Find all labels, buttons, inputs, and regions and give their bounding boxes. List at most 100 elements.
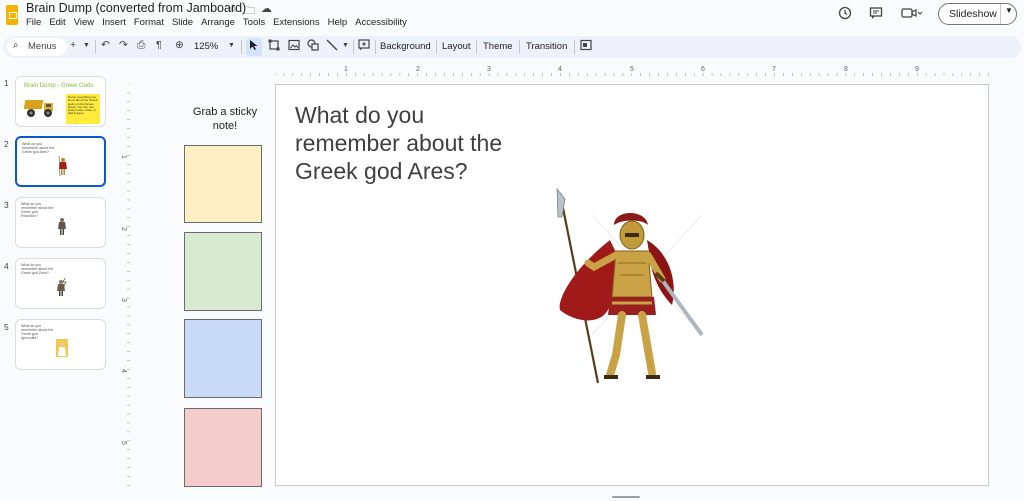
filmstrip: 1 Brain Dump - Greek Gods Dump everythin… (0, 72, 112, 501)
sticky-note-thumbnail: Dump everything you know about the Greek… (66, 94, 100, 124)
menu-slide[interactable]: Slide (172, 17, 193, 28)
ruler-label: 3 (120, 298, 127, 302)
slide-canvas[interactable]: What do you remember about the Greek god… (275, 84, 989, 486)
ruler-label: 5 (630, 66, 634, 73)
slide-number: 5 (4, 322, 9, 332)
warrior-thumbnail-image (58, 156, 67, 176)
search-icon: ⌕ (13, 40, 19, 51)
ruler-label: 4 (120, 369, 127, 373)
menu-accessibility[interactable]: Accessibility (355, 17, 407, 28)
slide-thumbnail-1[interactable]: Brain Dump - Greek Gods Dump everything … (15, 76, 106, 127)
slides-logo-icon[interactable] (6, 5, 18, 25)
dump-truck-image (24, 100, 53, 117)
zoom-icon[interactable]: ⊕ (175, 39, 184, 51)
zoom-level[interactable]: 125% (194, 41, 218, 52)
ruler-label: 9 (915, 66, 919, 73)
ruler-label: 7 (772, 66, 776, 73)
print-icon[interactable]: ⎙ (137, 39, 145, 52)
menu-file[interactable]: File (26, 17, 41, 28)
divider (476, 40, 477, 54)
menu-view[interactable]: View (74, 17, 94, 28)
new-slide-dropdown-icon[interactable]: ▼ (83, 42, 90, 49)
ruler-label: 2 (120, 227, 127, 231)
sticky-note-label: Grab a sticky note! (192, 106, 258, 132)
thumbnail-title: Brain Dump - Greek Gods (24, 83, 94, 89)
menu-extensions[interactable]: Extensions (273, 17, 319, 28)
slideshow-label: Slideshow (949, 8, 997, 20)
insert-comment-icon[interactable] (358, 39, 370, 54)
divider (241, 40, 242, 54)
ruler-label: 1 (344, 66, 348, 73)
divider (519, 40, 520, 54)
slide-thumbnail-2[interactable]: What do you remember about the Greek god… (15, 136, 106, 187)
background-button[interactable]: Background (380, 41, 431, 52)
ruler-label: 5 (120, 441, 127, 445)
shape-icon[interactable] (307, 39, 319, 54)
menu-arrange[interactable]: Arrange (201, 17, 235, 28)
undo-icon[interactable]: ↶ (101, 39, 110, 51)
slideshow-button[interactable]: Slideshow ▼ (938, 3, 1017, 25)
slide-number: 2 (4, 139, 9, 149)
menu-tools[interactable]: Tools (243, 17, 265, 28)
layout-button[interactable]: Layout (442, 41, 471, 52)
ruler-label: 2 (416, 66, 420, 73)
divider (95, 40, 96, 54)
header: Brain Dump (converted from Jamboard) ☆ 🗀… (0, 0, 1024, 34)
document-title[interactable]: Brain Dump (converted from Jamboard) (26, 1, 246, 15)
zoom-dropdown-icon[interactable]: ▼ (228, 42, 235, 49)
divider (353, 40, 354, 54)
comments-icon[interactable] (869, 6, 883, 23)
theme-button[interactable]: Theme (483, 41, 513, 52)
select-cursor-icon[interactable] (249, 39, 259, 54)
slide-title[interactable]: What do you remember about the Greek god… (295, 101, 535, 185)
thumbnail-title: What do you remember about the Greek god… (21, 202, 54, 219)
divider (436, 40, 437, 54)
spartan-warrior-image[interactable] (552, 185, 712, 385)
line-icon[interactable] (326, 39, 338, 54)
menu-bar: File Edit View Insert Format Slide Arran… (26, 17, 407, 28)
crop-select-icon[interactable] (268, 39, 280, 54)
zeus-thumbnail-image (57, 277, 67, 296)
menu-insert[interactable]: Insert (102, 17, 126, 28)
menus-label: Menus (28, 41, 57, 52)
slide-number: 4 (4, 261, 9, 271)
toolbar: ⌕ Menus + ▼ ↶ ↷ ⎙ ¶ ⊕ 125% ▼ ▼ Backgroun… (3, 36, 1021, 58)
sticky-note-blue[interactable] (184, 319, 262, 398)
thumbnail-title: What do you remember about the Greek god… (22, 142, 55, 155)
menus-search[interactable]: ⌕ Menus (7, 38, 67, 56)
divider (574, 40, 575, 54)
sticky-note-pink[interactable] (184, 408, 262, 487)
line-dropdown-icon[interactable]: ▼ (342, 42, 349, 49)
menu-format[interactable]: Format (134, 17, 164, 28)
transition-button[interactable]: Transition (526, 41, 567, 52)
present-to-meeting-icon[interactable] (580, 39, 592, 54)
slide-thumbnail-5[interactable]: What do you remember about the Greek god… (15, 319, 106, 370)
insert-image-icon[interactable] (288, 39, 300, 54)
menu-edit[interactable]: Edit (49, 17, 65, 28)
slideshow-options-dropdown-icon[interactable]: ▼ (1005, 6, 1013, 15)
ruler-label: 8 (844, 66, 848, 73)
divider (375, 40, 376, 54)
slide-number: 3 (4, 200, 9, 210)
thumbnail-title: What do you remember about the Greek god… (21, 263, 54, 276)
divider (1000, 4, 1001, 24)
menu-help[interactable]: Help (328, 17, 348, 28)
slide-thumbnail-3[interactable]: What do you remember about the Greek god… (15, 197, 106, 248)
slide-thumbnail-4[interactable]: What do you remember about the Greek god… (15, 258, 106, 309)
ruler-label: 1 (120, 155, 127, 159)
vertical-ruler: 1 2 3 4 5 (120, 84, 130, 486)
sticky-note-green[interactable] (184, 232, 262, 311)
thumbnail-title: What do you remember about the Greek god… (21, 324, 54, 341)
poseidon-thumbnail-image (58, 218, 66, 235)
aphrodite-thumbnail-image (56, 339, 68, 357)
sticky-note-yellow[interactable] (184, 145, 262, 223)
meet-video-icon[interactable] (901, 6, 923, 23)
slide-number: 1 (4, 78, 9, 88)
redo-icon[interactable]: ↷ (119, 39, 128, 51)
paint-format-icon[interactable]: ¶ (156, 39, 162, 51)
ruler-label: 4 (558, 66, 562, 73)
scroll-handle[interactable] (612, 496, 640, 498)
ruler-ticks (275, 73, 989, 76)
version-history-icon[interactable] (838, 6, 852, 23)
new-slide-icon[interactable]: + (70, 39, 76, 51)
